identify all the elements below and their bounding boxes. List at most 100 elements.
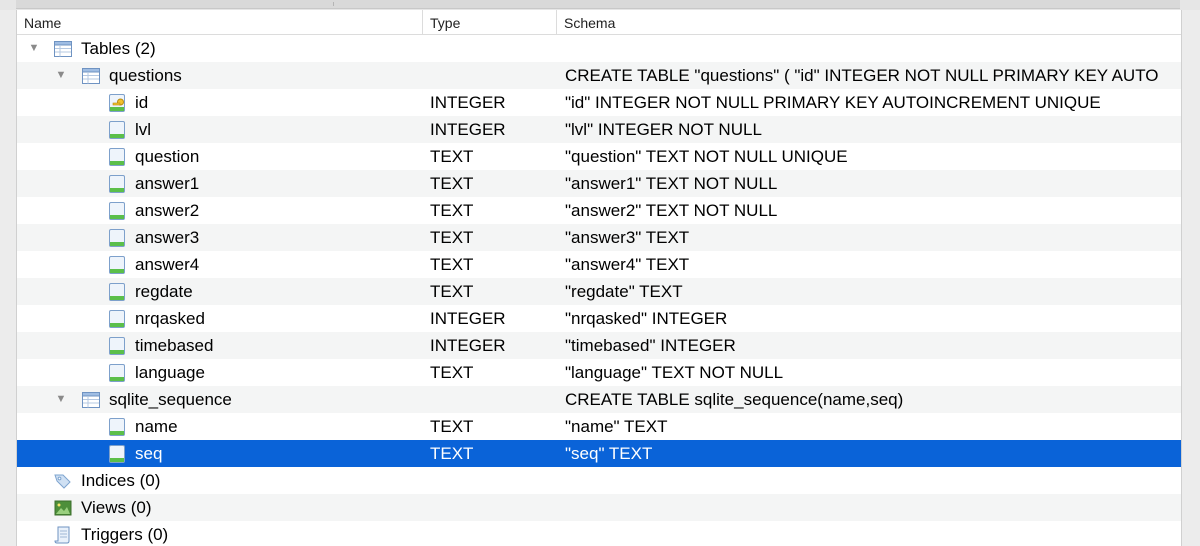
disclosure-triangle-icon[interactable]: ▼	[54, 62, 68, 89]
row-type: TEXT	[430, 174, 474, 193]
row-type: TEXT	[430, 363, 474, 382]
view-image-icon	[53, 498, 73, 518]
row-schema	[565, 467, 1181, 494]
tab-strip	[16, 0, 1180, 9]
tree-row[interactable]: nrqasked INTEGER "nrqasked" INTEGER	[17, 305, 1181, 332]
tree-row[interactable]: regdate TEXT "regdate" TEXT	[17, 278, 1181, 305]
tree-row[interactable]: answer3 TEXT "answer3" TEXT	[17, 224, 1181, 251]
row-schema	[565, 521, 1181, 546]
row-name: answer1	[135, 174, 200, 193]
tree-row[interactable]: timebased INTEGER "timebased" INTEGER	[17, 332, 1181, 359]
column-header-type[interactable]: Type	[422, 10, 557, 34]
row-schema: "seq" TEXT	[565, 444, 653, 463]
tree-row[interactable]: id INTEGER "id" INTEGER NOT NULL PRIMARY K…	[17, 89, 1181, 116]
row-type: TEXT	[430, 282, 474, 301]
disclosure-triangle-icon[interactable]: ▼	[54, 386, 68, 413]
field-icon	[107, 309, 127, 329]
row-type	[430, 467, 560, 494]
row-type	[430, 521, 560, 546]
row-type	[430, 494, 560, 521]
tree-row[interactable]: answer1 TEXT "answer1" TEXT NOT NULL	[17, 170, 1181, 197]
disclosure-triangle-icon[interactable]: ▼	[27, 35, 41, 62]
row-name: Views (0)	[81, 498, 152, 517]
tree-row[interactable]: question TEXT "question" TEXT NOT NULL UNI…	[17, 143, 1181, 170]
row-schema: "language" TEXT NOT NULL	[565, 363, 784, 382]
row-schema: "nrqasked" INTEGER	[565, 309, 728, 328]
row-schema: "question" TEXT NOT NULL UNIQUE	[565, 147, 848, 166]
row-schema: "id" INTEGER NOT NULL PRIMARY KEY AUTOIN…	[565, 93, 1101, 112]
tree-row[interactable]: lvl INTEGER "lvl" INTEGER NOT NULL	[17, 116, 1181, 143]
tree-row[interactable]: seq TEXT "seq" TEXT	[17, 440, 1181, 467]
row-schema	[565, 494, 1181, 521]
field-icon	[107, 255, 127, 275]
row-name: Indices (0)	[81, 471, 161, 490]
row-type: INTEGER	[430, 336, 506, 355]
row-name: language	[135, 363, 205, 382]
field-icon	[107, 336, 127, 356]
index-tag-icon	[53, 471, 73, 491]
table-icon	[81, 66, 101, 86]
row-schema: "lvl" INTEGER NOT NULL	[565, 120, 762, 139]
row-schema: "answer1" TEXT NOT NULL	[565, 174, 778, 193]
row-type: TEXT	[430, 444, 474, 463]
row-name: question	[135, 147, 200, 166]
row-schema: "answer4" TEXT	[565, 255, 690, 274]
row-type: TEXT	[430, 147, 474, 166]
tab-divider	[333, 2, 334, 6]
row-type: TEXT	[430, 201, 474, 220]
row-name: answer4	[135, 255, 200, 274]
tree-row[interactable]: Triggers (0)	[17, 521, 1181, 546]
field-icon	[107, 147, 127, 167]
row-name: questions	[109, 66, 182, 85]
field-icon	[107, 417, 127, 437]
row-schema	[565, 35, 1181, 62]
row-name: seq	[135, 444, 163, 463]
row-type	[430, 62, 560, 89]
row-schema: CREATE TABLE sqlite_sequence(name,seq)	[565, 390, 904, 409]
row-name: answer3	[135, 228, 200, 247]
row-name: name	[135, 417, 178, 436]
table-icon	[81, 390, 101, 410]
tree-row[interactable]: name TEXT "name" TEXT	[17, 413, 1181, 440]
row-schema: CREATE TABLE "questions" ( "id" INTEGER …	[565, 66, 1159, 85]
tree-row[interactable]: ▼ Tables (2)	[17, 35, 1181, 62]
field-icon	[107, 201, 127, 221]
row-schema: "answer2" TEXT NOT NULL	[565, 201, 778, 220]
row-name: timebased	[135, 336, 214, 355]
tree-row[interactable]: ▼ sqlite_sequence CREATE TABLE sqlite_sequ…	[17, 386, 1181, 413]
column-header-schema[interactable]: Schema	[556, 10, 1181, 34]
field-icon	[107, 444, 127, 464]
tree-row[interactable]: language TEXT "language" TEXT NOT NULL	[17, 359, 1181, 386]
row-type: INTEGER	[430, 309, 506, 328]
row-schema: "answer3" TEXT	[565, 228, 690, 247]
column-header: Name Type Schema	[17, 10, 1181, 35]
top-toolbar-strip	[0, 0, 1200, 10]
row-type	[430, 386, 560, 413]
row-name: Triggers (0)	[81, 525, 169, 544]
tree-rows: ▼ Tables (2) ▼ questions CREATE TABLE "quest…	[17, 35, 1181, 546]
field-icon	[107, 228, 127, 248]
row-name: nrqasked	[135, 309, 205, 328]
column-header-name[interactable]: Name	[17, 10, 424, 34]
tree-row[interactable]: answer4 TEXT "answer4" TEXT	[17, 251, 1181, 278]
row-name: answer2	[135, 201, 200, 220]
row-name: id	[135, 93, 149, 112]
tree-row[interactable]: ▼ questions CREATE TABLE "questions" ( "id…	[17, 62, 1181, 89]
database-structure-tree[interactable]: Name Type Schema ▼ Tables (2) ▼ questions CR…	[16, 10, 1182, 546]
row-type	[430, 35, 560, 62]
primary-key-field-icon	[107, 93, 127, 113]
row-name: sqlite_sequence	[109, 390, 232, 409]
row-type: TEXT	[430, 417, 474, 436]
row-name: lvl	[135, 120, 152, 139]
tree-row[interactable]: Views (0)	[17, 494, 1181, 521]
row-name: Tables (2)	[81, 39, 156, 58]
row-schema: "regdate" TEXT	[565, 282, 683, 301]
trigger-script-icon	[53, 525, 73, 545]
row-schema: "name" TEXT	[565, 417, 668, 436]
field-icon	[107, 120, 127, 140]
row-type: INTEGER	[430, 93, 506, 112]
tree-row[interactable]: Indices (0)	[17, 467, 1181, 494]
field-icon	[107, 174, 127, 194]
tree-row[interactable]: answer2 TEXT "answer2" TEXT NOT NULL	[17, 197, 1181, 224]
field-icon	[107, 282, 127, 302]
